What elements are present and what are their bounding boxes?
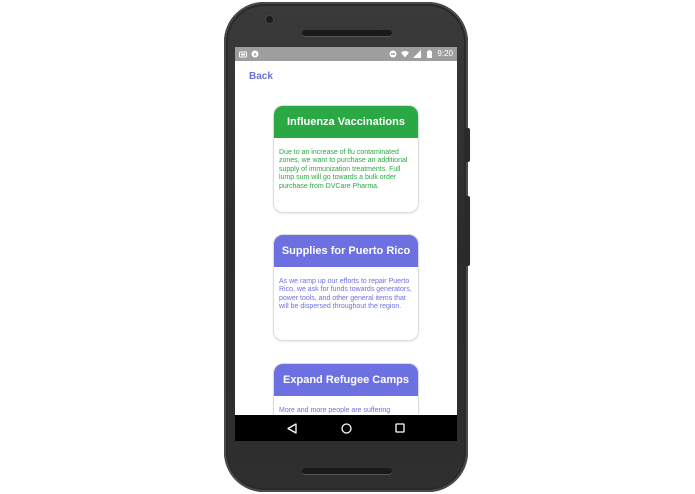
status-right-group: 9:20: [389, 50, 453, 58]
navigation-bar: [235, 415, 457, 441]
back-button[interactable]: Back: [249, 71, 273, 82]
card-influenza-vaccinations[interactable]: Influenza Vaccinations Due to an increas…: [273, 105, 419, 213]
signal-icon: [413, 50, 422, 58]
status-bar: 9:20: [235, 47, 457, 61]
front-camera: [266, 16, 273, 23]
top-speaker: [302, 30, 392, 36]
battery-icon: [425, 50, 433, 58]
card-description: More and more people are suffering: [279, 407, 391, 414]
notification-icon: [251, 50, 259, 58]
do-not-disturb-icon: [389, 50, 397, 58]
home-circle-icon[interactable]: [336, 418, 356, 438]
back-triangle-icon[interactable]: [282, 418, 302, 438]
card-title: Influenza Vaccinations: [274, 106, 418, 138]
card-description: As we ramp up our efforts to repair Puer…: [279, 278, 412, 311]
volume-button[interactable]: [466, 196, 470, 266]
recents-square-icon[interactable]: [390, 418, 410, 438]
card-description: Due to an increase of flu contaminated z…: [279, 149, 408, 190]
phone-screen: 9:20 Back Influenza Vaccinations Due to …: [235, 47, 457, 441]
card-supplies-puerto-rico[interactable]: Supplies for Puerto Rico As we ramp up o…: [273, 234, 419, 341]
status-left-group: [239, 50, 259, 58]
sim-icon: [239, 50, 247, 58]
card-title: Expand Refugee Camps: [274, 364, 418, 396]
card-title: Supplies for Puerto Rico: [274, 235, 418, 267]
card-expand-refugee-camps[interactable]: Expand Refugee Camps More and more peopl…: [273, 363, 419, 415]
power-button[interactable]: [466, 128, 470, 162]
main-content: Back Influenza Vaccinations Due to an in…: [235, 61, 457, 415]
status-time: 9:20: [437, 49, 453, 58]
wifi-icon: [401, 50, 410, 58]
bottom-speaker: [302, 468, 392, 474]
